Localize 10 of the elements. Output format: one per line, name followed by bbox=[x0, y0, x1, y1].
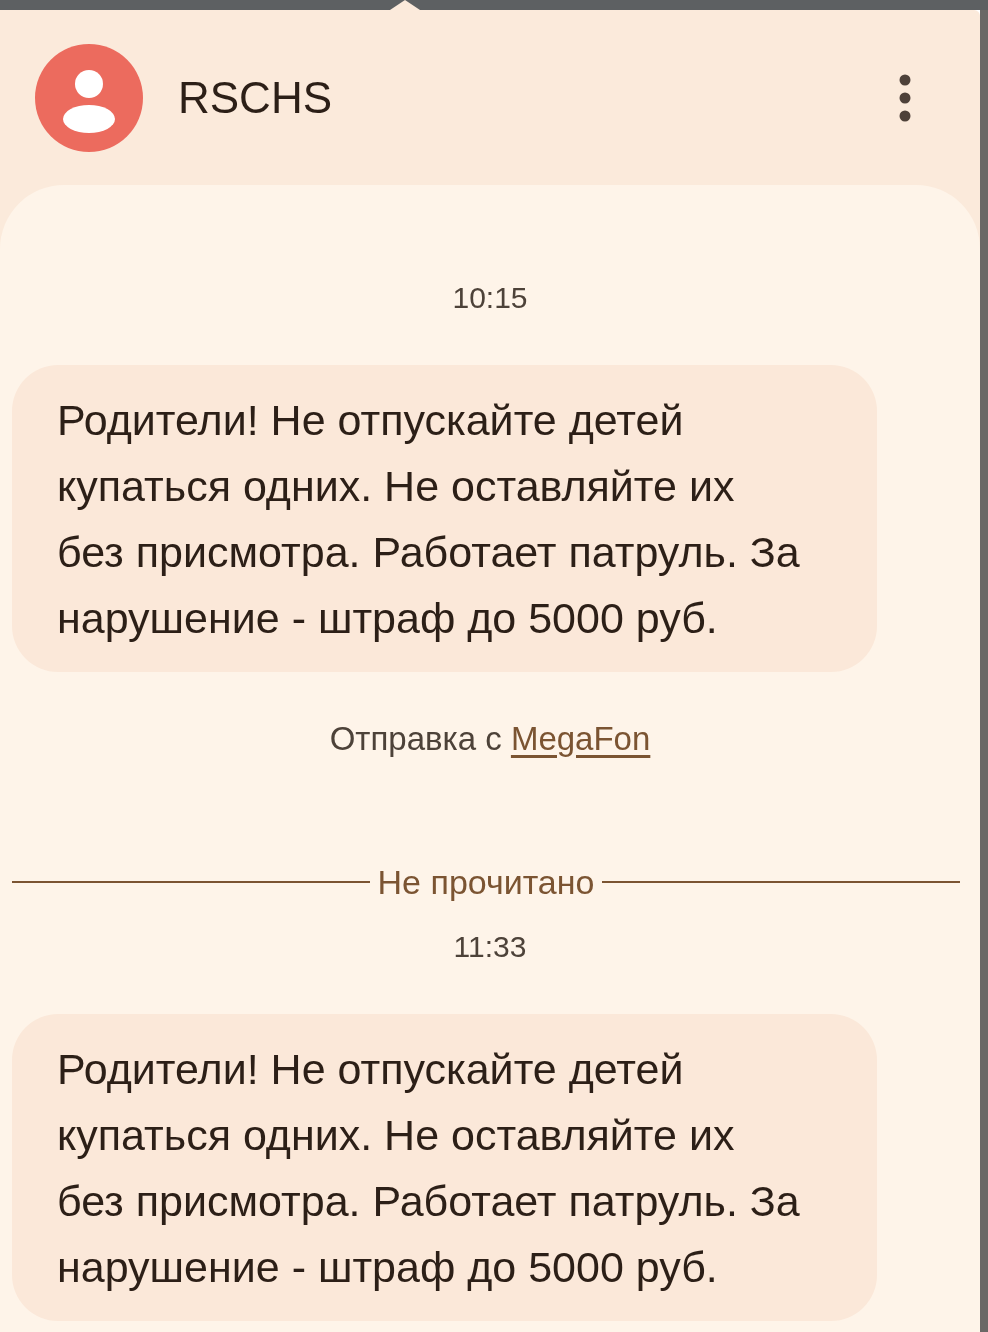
contact-name: RSCHS bbox=[178, 73, 333, 123]
message-text: Родители! Не отпускайте детей купаться одних. Не оставляйте их без присмотра. Работает патруль. За нарушение - штраф до 5000 руб. bbox=[57, 1044, 801, 1293]
message-time: 10:15 bbox=[452, 280, 528, 316]
carrier-note: Отправка с MegaFon bbox=[329, 721, 651, 757]
message-time: 11:33 bbox=[453, 929, 527, 965]
carrier-link[interactable]: MegaFon bbox=[510, 720, 651, 757]
avatar-icon bbox=[35, 44, 143, 152]
unread-label: Не прочитано bbox=[377, 864, 595, 900]
more-options-icon[interactable] bbox=[899, 74, 911, 122]
message-text: Родители! Не отпускайте детей купаться одних. Не оставляйте их без присмотра. Работает патруль. За нарушение - штраф до 5000 руб. bbox=[57, 395, 801, 644]
